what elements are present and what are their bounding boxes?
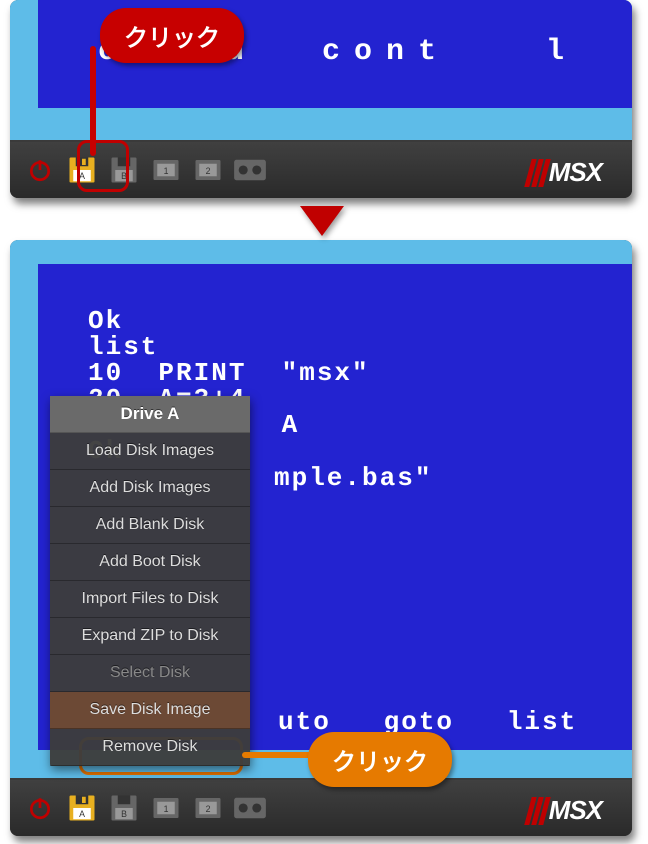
msx-logo: MSX (528, 795, 602, 826)
emulator-panel-bottom: Ok list 10 PRINT "msx" 20 A=3+4 30 PRINT… (10, 240, 632, 836)
cartridge-1-icon[interactable]: 1 (148, 152, 184, 188)
menu-header: Drive A (50, 396, 250, 433)
svg-text:2: 2 (206, 166, 211, 176)
floppy-b-icon[interactable]: B (106, 790, 142, 826)
svg-text:1: 1 (164, 804, 169, 814)
fnkey-bar-text: uto goto list ru (278, 710, 632, 734)
cartridge-2-icon[interactable]: 2 (190, 790, 226, 826)
highlight-floppy-a (77, 140, 129, 192)
power-icon[interactable] (22, 152, 58, 188)
menu-item-add-blank-disk[interactable]: Add Blank Disk (50, 507, 250, 544)
menu-item-save-disk-image[interactable]: Save Disk Image (50, 692, 250, 729)
callout-line-bottom (242, 752, 312, 758)
callout-click-bottom: クリック (308, 732, 452, 787)
menu-item-expand-zip[interactable]: Expand ZIP to Disk (50, 618, 250, 655)
menu-item-add-boot-disk[interactable]: Add Boot Disk (50, 544, 250, 581)
power-icon[interactable] (22, 790, 58, 826)
menu-item-add-disk-images[interactable]: Add Disk Images (50, 470, 250, 507)
callout-line-top (90, 46, 96, 156)
svg-text:A: A (79, 809, 85, 819)
msx-logo: MSX (528, 157, 602, 188)
svg-text:2: 2 (206, 804, 211, 814)
save-line-text: mple.bas" (274, 466, 432, 490)
drive-a-menu: Drive A Load Disk Images Add Disk Images… (50, 396, 250, 766)
cassette-icon[interactable] (232, 152, 268, 188)
emulator-toolbar: A B 1 2 MSX (10, 780, 632, 836)
callout-click-top: クリック (100, 8, 244, 63)
menu-item-select-disk: Select Disk (50, 655, 250, 692)
menu-item-import-files[interactable]: Import Files to Disk (50, 581, 250, 618)
svg-text:1: 1 (164, 166, 169, 176)
cassette-icon[interactable] (232, 790, 268, 826)
floppy-a-icon[interactable]: A (64, 790, 100, 826)
cartridge-2-icon[interactable]: 2 (190, 152, 226, 188)
cartridge-1-icon[interactable]: 1 (148, 790, 184, 826)
menu-item-load-disk-images[interactable]: Load Disk Images (50, 433, 250, 470)
menu-item-remove-disk[interactable]: Remove Disk (50, 729, 250, 766)
arrow-down-icon (300, 206, 344, 236)
svg-text:B: B (121, 809, 127, 819)
